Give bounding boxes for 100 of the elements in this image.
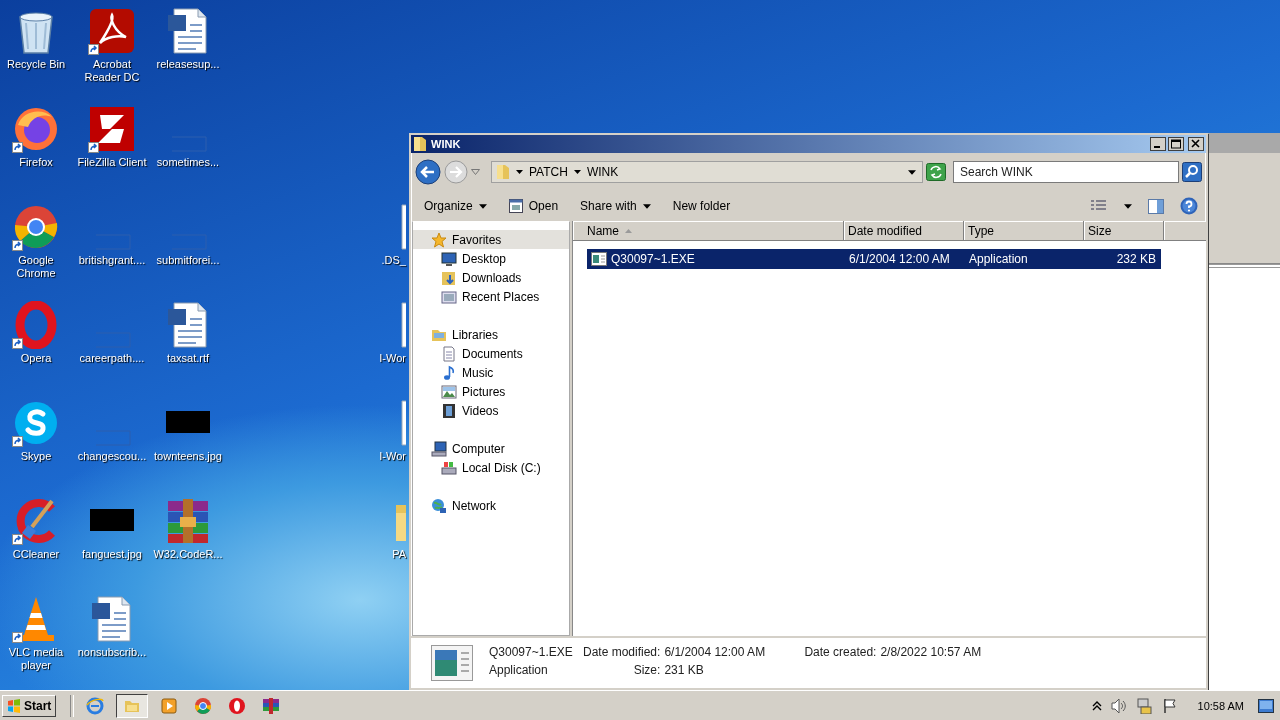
chevron-up-icon[interactable] (1091, 700, 1102, 711)
star-icon (431, 231, 447, 248)
document-icon (441, 345, 457, 362)
preview-pane-button[interactable] (1148, 198, 1164, 214)
property-label: Size: (632, 663, 661, 679)
icon-label[interactable]: townteens.jpg (150, 450, 226, 463)
icon-label[interactable]: careerpath.... (74, 352, 150, 365)
icon-label[interactable]: I-Wor (379, 352, 406, 365)
refresh-button[interactable] (926, 163, 946, 181)
nav-item[interactable]: Computer (413, 439, 569, 458)
hard-disk-icon (441, 459, 457, 476)
search-button[interactable] (1182, 162, 1202, 182)
program-icon (591, 252, 607, 266)
date-cell-text: 6/1/2004 12:00 AM (848, 252, 951, 266)
recent-places-icon (441, 288, 457, 305)
icon-label[interactable]: Acrobat Reader DC (74, 58, 150, 84)
show-desktop-button[interactable] (1258, 698, 1274, 713)
icon-label[interactable]: I-Wor (379, 450, 406, 463)
column-header[interactable]: Size (1084, 221, 1164, 240)
property-value: 2/8/2022 10:57 AM (880, 645, 982, 661)
icon-label[interactable]: taxsat.rtf (150, 352, 226, 365)
nav-item[interactable]: Music (413, 363, 569, 382)
program-thumbnail-icon (431, 645, 473, 681)
nav-item[interactable]: Local Disk (C:) (413, 458, 569, 477)
nav-item[interactable]: Desktop (413, 249, 569, 268)
network-icon[interactable] (1135, 697, 1154, 714)
back-button[interactable] (415, 159, 441, 185)
start-button[interactable]: Start (2, 694, 57, 717)
archive-icon (262, 696, 281, 715)
icon-label[interactable]: releasesup... (150, 58, 226, 71)
browser-logo-icon (194, 696, 213, 715)
address-field[interactable]: PATCH WINK (491, 161, 923, 183)
column-header[interactable]: Date modified (844, 221, 964, 240)
nav-item[interactable]: Network (413, 496, 569, 515)
nav-item[interactable]: Documents (413, 344, 569, 363)
nav-item[interactable]: Pictures (413, 382, 569, 401)
maximize-button[interactable] (1168, 137, 1184, 151)
ring-logo-icon (228, 696, 247, 715)
nav-item[interactable]: Downloads (413, 268, 569, 287)
clock-time[interactable]: 10:58 AM (1197, 699, 1244, 712)
toolbar-button[interactable]: Share with (577, 196, 654, 216)
folder-icon (496, 164, 510, 180)
speaker-icon[interactable] (1109, 697, 1128, 714)
icon-label[interactable]: submitforei... (150, 254, 226, 267)
browser-logo-icon[interactable] (12, 203, 60, 251)
icon-label[interactable]: FileZilla Client (74, 156, 150, 169)
icon-label[interactable]: sometimes... (150, 156, 226, 169)
caret-icon[interactable] (573, 170, 581, 174)
nav-item[interactable]: Libraries (413, 325, 569, 344)
view-options-button[interactable] (1090, 199, 1108, 213)
toolbar-button[interactable]: New folder (669, 196, 734, 216)
toolbar-button[interactable]: Organize (421, 196, 490, 216)
fox-globe-icon[interactable] (12, 105, 60, 153)
icon-label[interactable]: britishgrant.... (74, 254, 150, 267)
column-header[interactable]: Type (964, 221, 1084, 240)
size-cell-text: 232 KB (1115, 252, 1157, 266)
icon-label[interactable]: Google Chrome (0, 254, 74, 280)
icon-label[interactable]: Opera (0, 352, 74, 365)
icon-label[interactable]: VLC media player (0, 646, 74, 672)
file-name: Q30097~1.EXE (489, 645, 574, 661)
play-icon (160, 696, 179, 715)
zigzag-logo-icon[interactable] (88, 105, 136, 153)
folder-icon (413, 136, 427, 152)
caret-icon[interactable] (908, 169, 916, 175)
taskbar-app[interactable] (116, 693, 149, 718)
pdf-logo-icon[interactable] (88, 7, 136, 55)
history-caret-icon[interactable] (471, 169, 480, 175)
icon-label[interactable]: Recycle Bin (0, 58, 74, 71)
chat-logo-icon[interactable] (12, 399, 60, 447)
film-strip-icon (441, 402, 457, 419)
caret-icon[interactable] (1124, 203, 1132, 209)
icon-label[interactable]: CCleaner (0, 548, 74, 561)
property-value: 6/1/2004 12:00 AM (664, 645, 767, 661)
picture-frame-icon (441, 383, 457, 400)
flag-icon[interactable] (1161, 697, 1178, 714)
type-cell-text: Application (968, 252, 1029, 266)
breadcrumb-item[interactable]: WINK (586, 165, 619, 179)
minimize-button[interactable] (1150, 137, 1166, 151)
help-button[interactable] (1180, 197, 1198, 215)
icon-label[interactable]: Skype (0, 450, 74, 463)
nav-item[interactable]: Favorites (413, 230, 569, 249)
computer-icon (431, 440, 447, 457)
caret-icon (642, 203, 651, 209)
property-label: Date modified: (583, 645, 661, 661)
nav-item[interactable]: Recent Places (413, 287, 569, 306)
close-button[interactable] (1188, 137, 1204, 151)
column-header[interactable]: Name (573, 221, 844, 240)
icon-label[interactable]: changescou... (74, 450, 150, 463)
nav-item[interactable]: Videos (413, 401, 569, 420)
caret-icon[interactable] (516, 170, 523, 174)
icon-label[interactable]: .DS_ (381, 254, 406, 267)
breadcrumb-item[interactable]: PATCH (529, 165, 568, 179)
search-field[interactable]: Search WINK (953, 161, 1179, 183)
globe-e-icon (86, 696, 105, 715)
icon-label[interactable]: Firefox (0, 156, 74, 169)
monitor-icon (441, 250, 457, 267)
windows-logo-icon (7, 698, 21, 713)
file-row[interactable]: Q30097~1.EXE 6/1/2004 12:00 AM Application 232 KB (587, 249, 1161, 269)
toolbar-button[interactable]: Open (505, 196, 562, 216)
property-value: 231 KB (664, 663, 705, 679)
